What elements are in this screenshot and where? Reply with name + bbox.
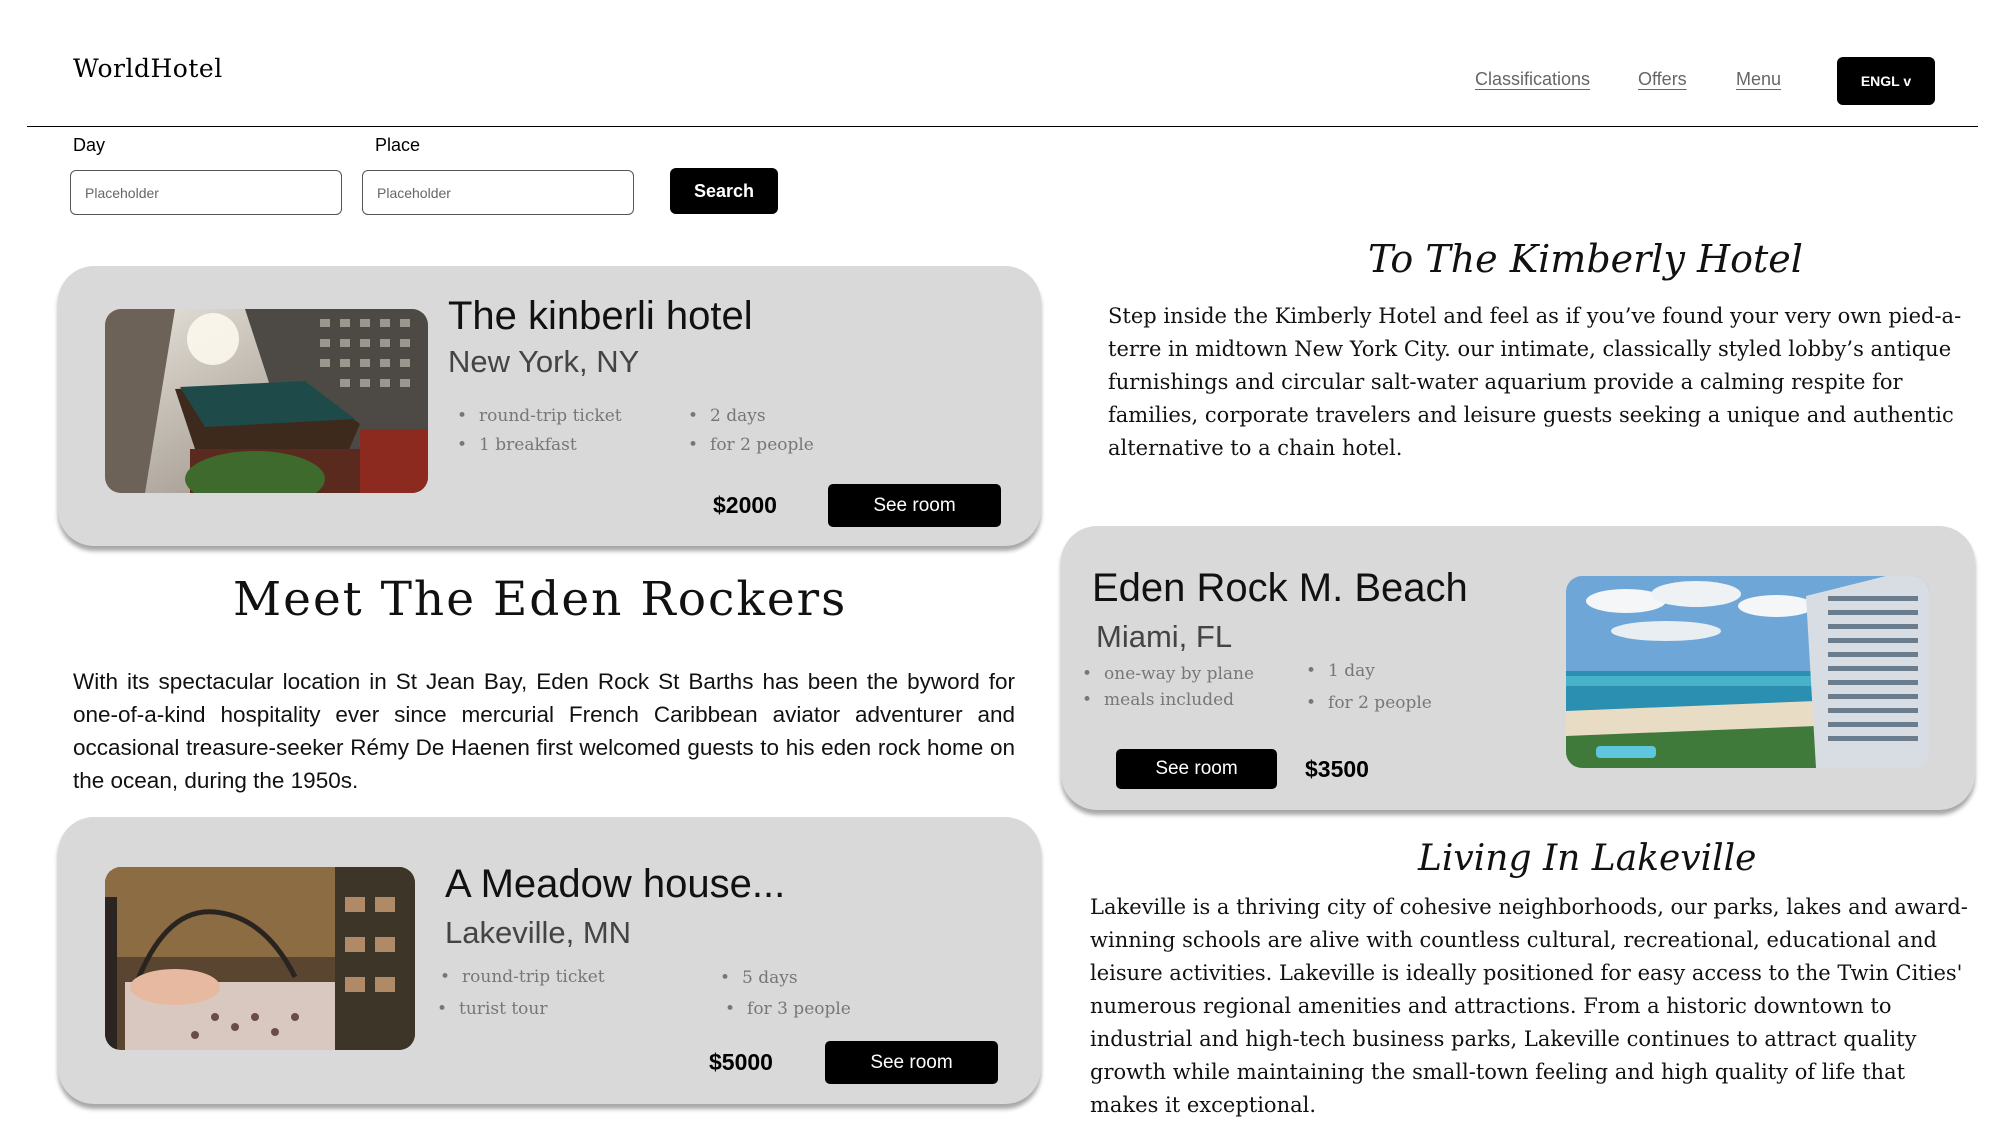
feature-item: round-trip ticket xyxy=(457,406,622,426)
lakeville-section-title: Living In Lakeville xyxy=(1418,838,1757,879)
kimberly-section-text: Step inside the Kimberly Hotel and feel … xyxy=(1108,304,1962,460)
hotel-location: New York, NY xyxy=(448,344,640,379)
hotel-photo-eden-rock xyxy=(1566,576,1929,768)
hotel-card-eden-rock: Eden Rock M. Beach Miami, FL one-way by … xyxy=(1061,526,1975,810)
feature-item: for 3 people xyxy=(725,999,851,1019)
see-room-button[interactable]: See room xyxy=(825,1041,998,1084)
search-button[interactable]: Search xyxy=(670,168,778,214)
hotel-photo-kimberly xyxy=(105,309,428,493)
language-button[interactable]: ENGL ᴠ xyxy=(1837,57,1935,105)
hotel-price: $2000 xyxy=(713,492,777,518)
day-input[interactable] xyxy=(70,170,342,215)
see-room-button[interactable]: See room xyxy=(828,484,1001,527)
hotel-card-kimberly: The kinberli hotel New York, NY round-tr… xyxy=(58,266,1041,546)
hotel-title: Eden Rock M. Beach xyxy=(1092,566,1468,610)
kimberly-section-title: To The Kimberly Hotel xyxy=(1368,237,1803,281)
header-divider xyxy=(27,126,1978,127)
feature-item: for 2 people xyxy=(1306,693,1432,713)
site-logo[interactable]: WorldHotel xyxy=(73,54,223,83)
feature-item: 2 days xyxy=(688,406,766,426)
see-room-button[interactable]: See room xyxy=(1116,749,1277,789)
place-label: Place xyxy=(375,135,421,155)
hotel-location: Lakeville, MN xyxy=(445,915,632,950)
eden-section-title: Meet The Eden Rockers xyxy=(233,572,848,627)
hotel-title: The kinberli hotel xyxy=(448,294,753,338)
hotel-location: Miami, FL xyxy=(1096,619,1233,654)
eden-section-text: With its spectacular location in St Jean… xyxy=(73,669,1015,793)
feature-item: turist tour xyxy=(437,999,547,1019)
place-input[interactable] xyxy=(362,170,634,215)
feature-item: 1 day xyxy=(1306,661,1375,681)
feature-item: round-trip ticket xyxy=(440,967,605,987)
hotel-card-meadow-house: A Meadow house... Lakeville, MN round-tr… xyxy=(58,817,1041,1104)
feature-item: 5 days xyxy=(720,968,798,988)
feature-item: 1 breakfast xyxy=(457,435,577,455)
nav-link-menu[interactable]: Menu xyxy=(1736,69,1781,90)
day-label: Day xyxy=(73,135,106,155)
lakeville-section-text: Lakeville is a thriving city of cohesive… xyxy=(1090,895,1968,1117)
feature-item: meals included xyxy=(1082,690,1234,710)
hotel-photo-meadow-house xyxy=(105,867,415,1050)
hotel-title: A Meadow house... xyxy=(445,862,786,906)
nav-link-classifications[interactable]: Classifications xyxy=(1475,69,1590,90)
feature-item: one-way by plane xyxy=(1082,664,1254,684)
nav-link-offers[interactable]: Offers xyxy=(1638,69,1687,90)
feature-item: for 2 people xyxy=(688,435,814,455)
hotel-price: $3500 xyxy=(1305,756,1369,782)
hotel-price: $5000 xyxy=(709,1049,773,1075)
